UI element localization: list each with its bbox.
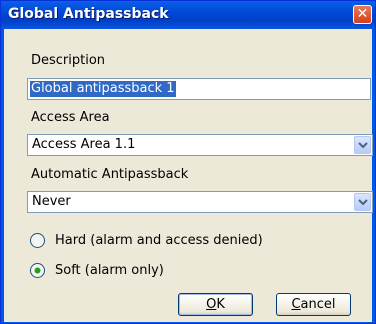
access-area-value: Access Area 1.1 — [32, 137, 136, 152]
close-button[interactable]: ✕ — [353, 5, 372, 24]
access-area-dropdown-button[interactable] — [354, 136, 371, 154]
hard-mode-label[interactable]: Hard (alarm and access denied) — [55, 233, 263, 248]
access-area-dropdown[interactable]: Access Area 1.1 — [27, 134, 373, 156]
chevron-down-icon — [358, 199, 368, 206]
dialog-window: Global Antipassback ✕ Description Global… — [0, 0, 376, 324]
auto-antipassback-label: Automatic Antipassback — [31, 167, 189, 182]
cancel-mnemonic: C — [291, 297, 301, 312]
auto-antipassback-value: Never — [32, 194, 71, 209]
cancel-button[interactable]: Cancel — [276, 293, 351, 316]
dialog-body: Description Global antipassback 1 Access… — [4, 29, 373, 322]
window-title: Global Antipassback — [8, 6, 169, 22]
description-input[interactable]: Global antipassback 1 — [27, 78, 371, 100]
cancel-label-rest: ancel — [300, 297, 336, 312]
close-icon: ✕ — [356, 6, 369, 22]
ok-button[interactable]: OK — [178, 293, 253, 316]
auto-antipassback-dropdown[interactable]: Never — [27, 191, 373, 213]
hard-mode-radio[interactable] — [29, 232, 46, 249]
chevron-down-icon — [358, 142, 368, 149]
ok-mnemonic: O — [206, 297, 217, 312]
auto-antipassback-dropdown-button[interactable] — [354, 193, 371, 211]
title-bar[interactable]: Global Antipassback ✕ — [1, 1, 375, 29]
description-value: Global antipassback 1 — [30, 81, 176, 97]
soft-mode-radio[interactable] — [29, 262, 46, 279]
description-label: Description — [31, 53, 106, 68]
soft-mode-label[interactable]: Soft (alarm only) — [55, 263, 164, 278]
ok-label-rest: K — [216, 297, 225, 312]
access-area-label: Access Area — [31, 110, 110, 125]
